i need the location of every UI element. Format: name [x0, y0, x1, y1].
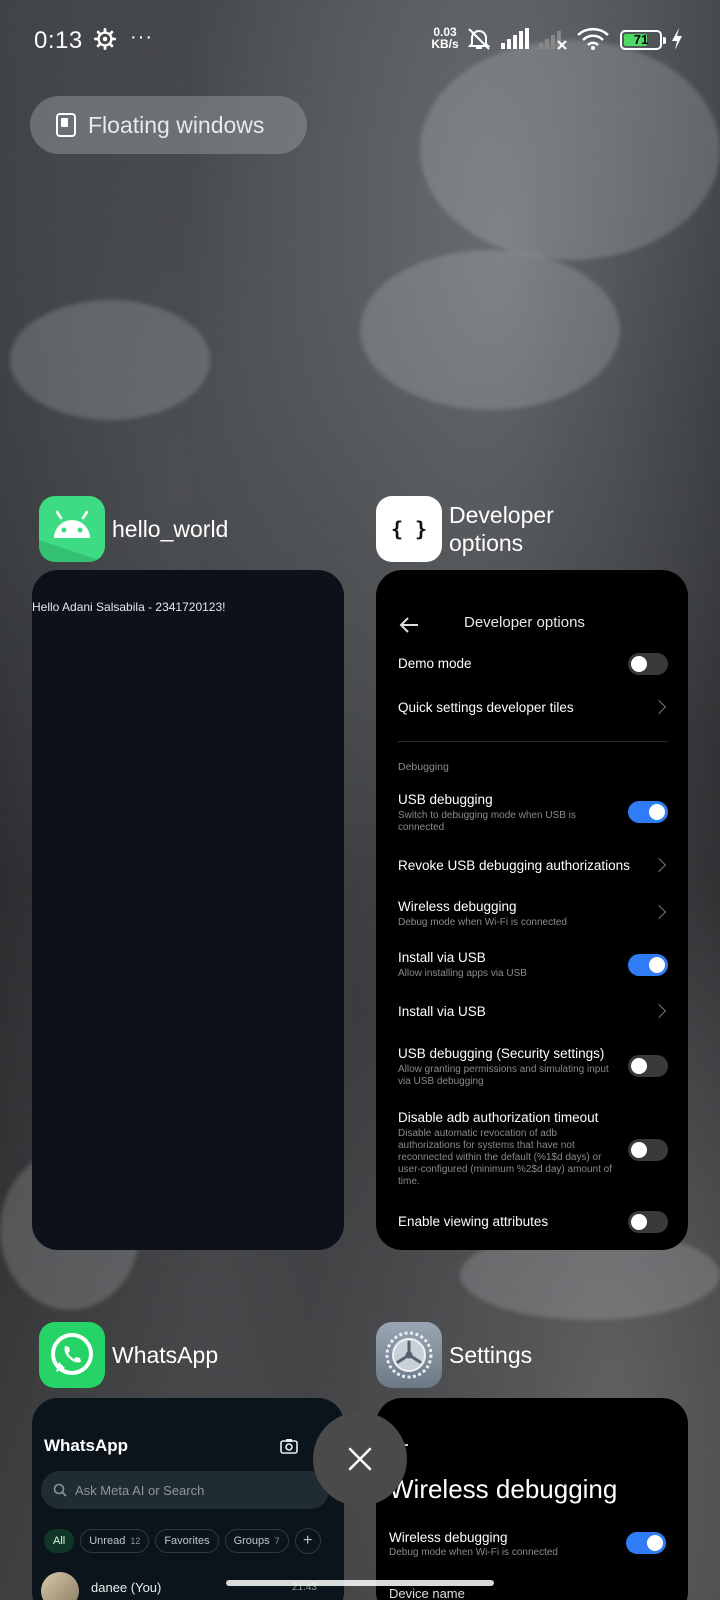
- app-header-whatsapp[interactable]: WhatsApp: [39, 1322, 218, 1388]
- view-attributes-toggle[interactable]: [628, 1211, 668, 1233]
- setting-device-name[interactable]: Device name: [389, 1586, 465, 1600]
- install-via-usb-toggle[interactable]: [628, 954, 668, 976]
- app-header-settings[interactable]: Settings: [376, 1322, 532, 1388]
- chat-list-item[interactable]: danee (You) 21:43: [41, 1572, 331, 1600]
- whatsapp-title: WhatsApp: [44, 1436, 129, 1455]
- gear-icon: [94, 28, 116, 50]
- usb-security-toggle[interactable]: [628, 1055, 668, 1077]
- clear-all-button[interactable]: [313, 1412, 407, 1506]
- status-bar: 0:13 ··· 0.03 KB/s 71: [0, 0, 720, 80]
- floating-windows-button[interactable]: Floating windows: [30, 96, 307, 154]
- setting-wireless-debugging[interactable]: Wireless debugging Debug mode when Wi-Fi…: [398, 899, 668, 929]
- app-card-hello-world[interactable]: Hello Adani Salsabila - 2341720123!: [32, 570, 344, 1250]
- back-arrow-icon[interactable]: [398, 614, 420, 636]
- chip-favorites[interactable]: Favorites: [155, 1529, 219, 1553]
- adb-timeout-toggle[interactable]: [628, 1139, 668, 1161]
- search-icon: [53, 1483, 67, 1497]
- app-name: WhatsApp: [112, 1342, 219, 1368]
- close-icon: [348, 1447, 372, 1471]
- setting-revoke-authorizations[interactable]: Revoke USB debugging authorizations: [398, 857, 668, 874]
- android-icon: [39, 496, 105, 562]
- floating-windows-label: Floating windows: [88, 111, 265, 138]
- app-card-whatsapp[interactable]: WhatsApp Ask Meta AI or Search All Unrea…: [32, 1398, 344, 1600]
- setting-usb-security[interactable]: USB debugging (Security settings) Allow …: [398, 1046, 668, 1088]
- app-header-developer-options[interactable]: { } Developer options: [376, 496, 554, 562]
- floating-window-icon: [56, 113, 76, 137]
- braces-icon: { }: [376, 496, 442, 562]
- demo-mode-toggle[interactable]: [628, 653, 668, 675]
- network-speed: 0.03 KB/s: [431, 25, 459, 51]
- setting-title: Wireless debugging: [389, 1530, 508, 1545]
- clock: 0:13: [34, 27, 83, 54]
- search-placeholder: Ask Meta AI or Search: [75, 1482, 205, 1498]
- camera-icon[interactable]: [280, 1438, 298, 1454]
- charging-icon: [672, 28, 682, 50]
- setting-demo-mode[interactable]: Demo mode: [398, 653, 668, 675]
- battery-level: 71: [633, 32, 649, 47]
- app-name: Settings: [449, 1342, 533, 1368]
- page-title: Developer options: [464, 614, 585, 631]
- wallpaper-snow: [10, 300, 210, 420]
- signal-off-icon: [539, 31, 567, 50]
- mute-icon: [467, 28, 491, 50]
- app-header-hello-world[interactable]: hello_world: [39, 496, 228, 562]
- settings-icon: [376, 1322, 442, 1388]
- chip-unread[interactable]: Unread 12: [80, 1529, 150, 1553]
- signal-icon: [501, 28, 529, 49]
- wallpaper-snow: [360, 250, 620, 410]
- app-card-developer-options[interactable]: Developer options Demo mode Quick settin…: [376, 570, 688, 1250]
- wireless-debugging-toggle[interactable]: [626, 1532, 666, 1554]
- setting-usb-debugging[interactable]: USB debugging Switch to debugging mode w…: [398, 792, 668, 834]
- setting-adb-timeout[interactable]: Disable adb authorization timeout Disabl…: [398, 1110, 668, 1188]
- divider: [398, 741, 668, 742]
- add-filter-button[interactable]: +: [294, 1528, 321, 1554]
- filter-chips: All Unread 12 Favorites Groups 7 +: [44, 1528, 321, 1554]
- setting-install-via-usb-toggle[interactable]: Install via USB Allow installing apps vi…: [398, 950, 668, 980]
- setting-quick-tiles[interactable]: Quick settings developer tiles: [398, 699, 668, 716]
- home-indicator[interactable]: [226, 1580, 494, 1586]
- more-notifications-icon: ···: [130, 26, 153, 48]
- search-bar[interactable]: Ask Meta AI or Search: [41, 1471, 329, 1509]
- setting-view-attributes[interactable]: Enable viewing attributes: [398, 1211, 668, 1233]
- toolbar: Developer options: [376, 610, 688, 640]
- chip-groups[interactable]: Groups 7: [224, 1529, 289, 1553]
- whatsapp-icon: [39, 1322, 105, 1388]
- chat-name: danee (You): [91, 1580, 162, 1595]
- app-name: Developer options: [449, 502, 554, 556]
- chip-all[interactable]: All: [44, 1529, 75, 1553]
- battery-icon: 71: [620, 30, 666, 50]
- section-header-debugging: Debugging: [398, 761, 449, 773]
- app-card-settings[interactable]: Wireless debugging Wireless debugging De…: [376, 1398, 688, 1600]
- avatar: [41, 1572, 79, 1600]
- setting-install-via-usb[interactable]: Install via USB: [398, 1003, 668, 1020]
- wifi-icon: [577, 27, 609, 50]
- hello-text: Hello Adani Salsabila - 2341720123!: [32, 600, 226, 614]
- setting-subtitle: Debug mode when Wi-Fi is connected: [389, 1547, 558, 1558]
- usb-debugging-toggle[interactable]: [628, 801, 668, 823]
- page-title: Wireless debugging: [389, 1474, 618, 1504]
- app-name: hello_world: [112, 516, 229, 542]
